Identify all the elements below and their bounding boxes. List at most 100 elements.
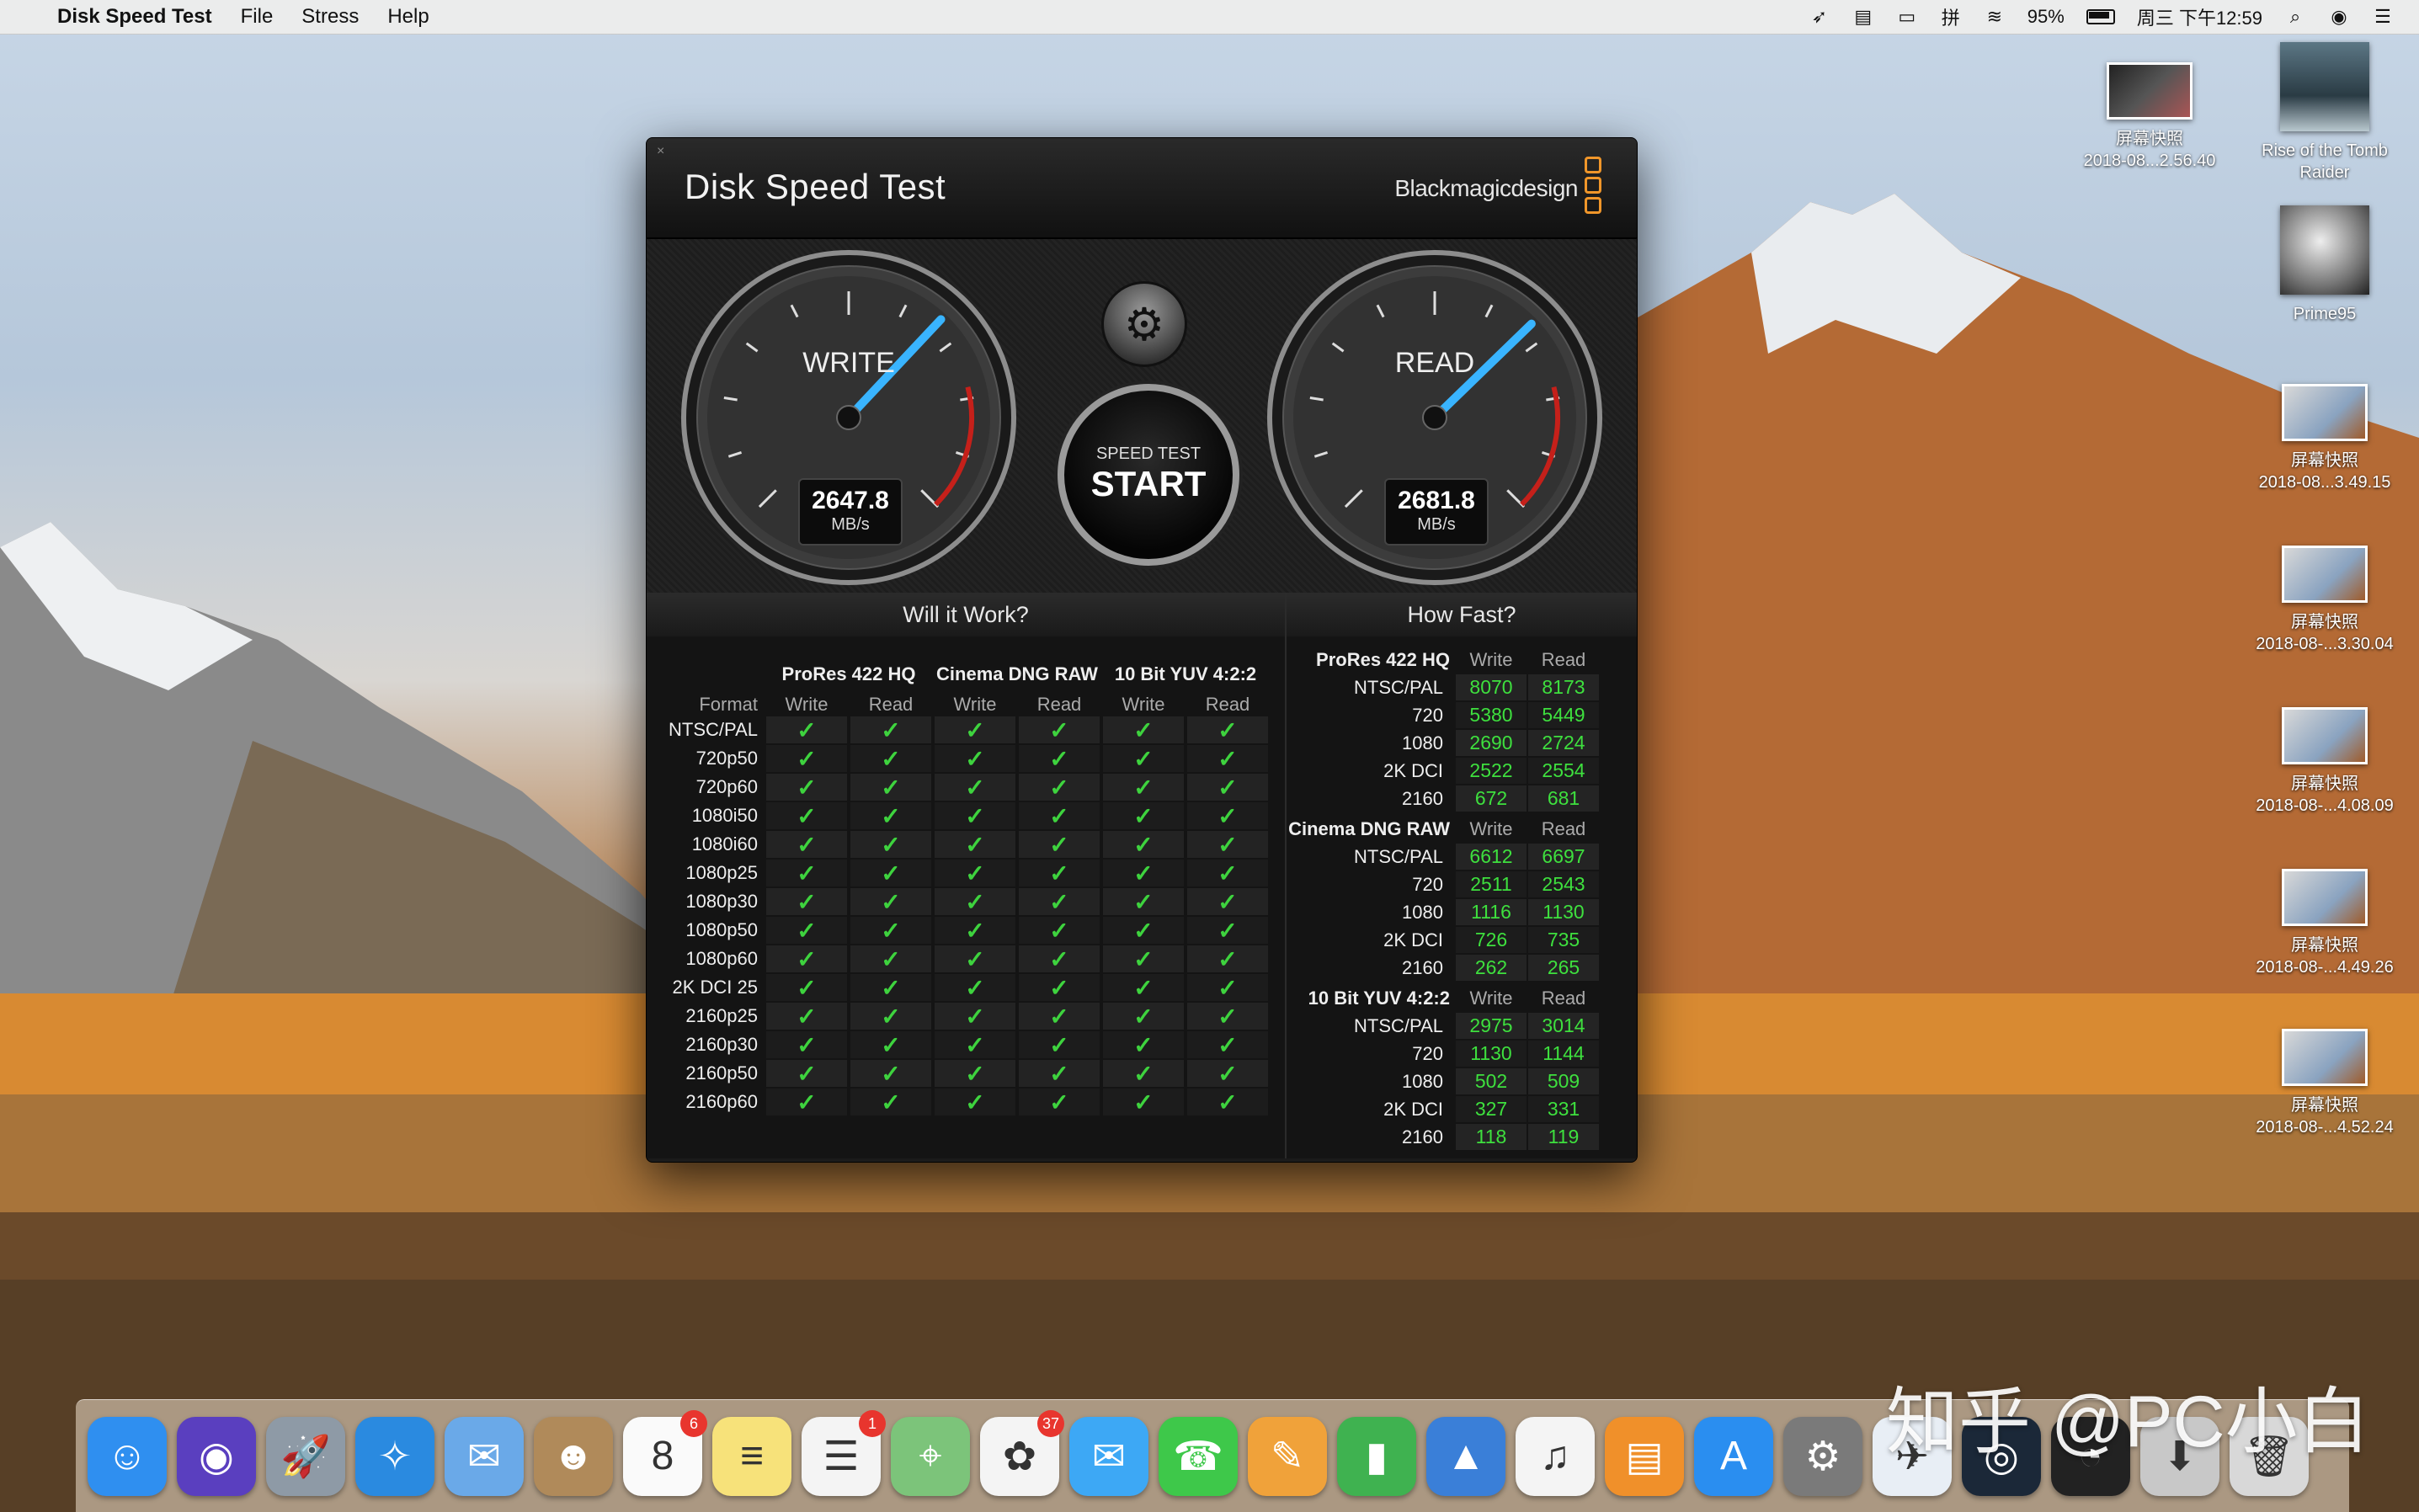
check-icon: ✓: [766, 860, 847, 886]
dock-item-mail[interactable]: ✉: [445, 1416, 524, 1496]
airplay-icon[interactable]: ▭: [1896, 5, 1918, 29]
check-icon: ✓: [1019, 974, 1100, 1001]
dock-item-facetime[interactable]: ☎: [1159, 1416, 1238, 1496]
table-row: 1080 2690 2724: [1287, 729, 1637, 757]
dock-item-numbers[interactable]: ▮: [1337, 1416, 1416, 1496]
read-fps-value: 2543: [1528, 871, 1599, 897]
speed-test-start-button[interactable]: SPEED TEST START: [1058, 384, 1239, 566]
brand-name: Blackmagicdesign: [1394, 175, 1578, 201]
how-fast-title: How Fast?: [1287, 593, 1637, 636]
dock-item-app-store[interactable]: A: [1694, 1416, 1773, 1496]
facetime-icon: ☎: [1173, 1434, 1223, 1479]
dock-item-system-preferences[interactable]: ⚙: [1783, 1416, 1862, 1496]
check-icon: ✓: [1103, 1060, 1184, 1087]
dock-item-siri[interactable]: ◉: [177, 1416, 256, 1496]
check-icon: ✓: [1103, 716, 1184, 743]
desktop-icon-screenshot[interactable]: 屏幕快照 2018-08...2.56.40: [2078, 62, 2221, 172]
siri-menu-icon[interactable]: ◉: [2328, 5, 2350, 29]
dock-item-photos[interactable]: ✿ 37: [980, 1409, 1064, 1496]
screenshot-thumbnail-icon: [2282, 546, 2368, 603]
dock-item-maps[interactable]: ⌖: [891, 1416, 970, 1496]
desktop-icon-screenshot[interactable]: 屏幕快照 2018-08-...4.08.09: [2253, 707, 2396, 817]
dock-item-notes[interactable]: ≡: [712, 1416, 791, 1496]
dock-item-pages[interactable]: ✎: [1248, 1416, 1327, 1496]
check-icon: ✓: [1187, 716, 1268, 743]
dock-item-messages[interactable]: ✉: [1069, 1416, 1148, 1496]
maps-icon: ⌖: [919, 1433, 942, 1478]
check-icon: ✓: [850, 745, 931, 772]
desktop-icon-screenshot[interactable]: 屏幕快照 2018-08-...4.49.26: [2253, 869, 2396, 978]
table-row: 2160 262 265: [1287, 954, 1637, 982]
screenshot-thumbnail-icon: [2282, 707, 2368, 764]
check-icon: ✓: [935, 802, 1015, 829]
read-fps-value: 1130: [1528, 899, 1599, 925]
wifi-icon[interactable]: ≋: [1984, 5, 2006, 29]
spotlight-search-icon[interactable]: ⌕: [2284, 5, 2306, 29]
format-header: Format: [699, 694, 758, 715]
window-header: × Disk Speed Test Blackmagicdesign: [647, 138, 1637, 239]
table-row: 720 2511 2543: [1287, 870, 1637, 898]
dock-item-launchpad[interactable]: 🚀: [266, 1416, 345, 1496]
read-fps-value: 119: [1528, 1124, 1599, 1150]
check-icon: ✓: [1019, 1031, 1100, 1058]
books-icon: ▤: [1625, 1434, 1664, 1479]
keynote-icon: ▲: [1446, 1434, 1486, 1478]
dock-item-safari[interactable]: ✧: [355, 1416, 434, 1496]
table-row: 1080p25 ✓ ✓ ✓ ✓ ✓ ✓: [655, 859, 1270, 887]
table-row: 1080i60 ✓ ✓ ✓ ✓ ✓ ✓: [655, 830, 1270, 859]
write-speed-value: 2647.8: [812, 487, 889, 514]
check-icon: ✓: [1019, 1003, 1100, 1030]
check-icon: ✓: [935, 774, 1015, 801]
dock-item-reminders[interactable]: ☰ 1: [802, 1409, 886, 1496]
reminders-icon: ☰: [823, 1434, 860, 1479]
notification-center-icon[interactable]: ☰: [2372, 5, 2394, 29]
check-icon: ✓: [850, 1003, 931, 1030]
write-header: Write: [1469, 818, 1513, 839]
how-fast-group-header: 10 Bit YUV 4:2:2 Write Read: [1287, 985, 1637, 1012]
check-icon: ✓: [1019, 860, 1100, 886]
screenshot-thumbnail-icon: [2282, 384, 2368, 441]
dock-item-keynote[interactable]: ▲: [1426, 1416, 1505, 1496]
table-row: 720p60 ✓ ✓ ✓ ✓ ✓ ✓: [655, 773, 1270, 801]
bird-status-icon[interactable]: ➶: [1809, 5, 1830, 29]
desktop-icon-tomb-raider[interactable]: Rise of the Tomb Raider: [2253, 42, 2396, 184]
drive-status-icon[interactable]: ▤: [1852, 5, 1874, 29]
read-fps-value: 1144: [1528, 1041, 1599, 1067]
input-method-icon[interactable]: 拼: [1940, 5, 1962, 29]
dock-item-books[interactable]: ▤: [1605, 1416, 1684, 1496]
close-icon[interactable]: ×: [657, 145, 670, 158]
menu-clock[interactable]: 周三 下午12:59: [2137, 3, 2262, 30]
menu-help[interactable]: Help: [387, 5, 429, 29]
menu-app-name[interactable]: Disk Speed Test: [57, 5, 212, 29]
notification-badge: 1: [859, 1409, 886, 1437]
write-fps-value: 672: [1456, 785, 1527, 812]
check-icon: ✓: [1019, 831, 1100, 858]
check-icon: ✓: [766, 1003, 847, 1030]
check-icon: ✓: [1187, 745, 1268, 772]
check-icon: ✓: [1103, 1089, 1184, 1115]
gauge-panel: WRITE 2647.8 MB/s ⚙ SPEED TEST START REA…: [647, 239, 1637, 593]
format-name: 720p50: [695, 748, 758, 769]
sub-header-row: Format Write Read Write Read Write Read: [655, 685, 1270, 716]
check-icon: ✓: [1187, 774, 1268, 801]
desktop-icon-prime95[interactable]: Prime95: [2253, 205, 2396, 325]
desktop-icon-screenshot[interactable]: 屏幕快照 2018-08-...3.30.04: [2253, 546, 2396, 655]
dock-item-music[interactable]: ♫: [1516, 1416, 1595, 1496]
settings-button[interactable]: ⚙: [1101, 281, 1187, 367]
format-name: 1080p25: [685, 862, 758, 883]
check-icon: ✓: [766, 745, 847, 772]
desktop-icon-screenshot[interactable]: 屏幕快照 2018-08...3.49.15: [2253, 384, 2396, 493]
menu-stress[interactable]: Stress: [301, 5, 359, 29]
table-row: 720 5380 5449: [1287, 701, 1637, 729]
dock-item-calendar[interactable]: 86: [623, 1409, 707, 1496]
sub-header: Read: [1205, 694, 1250, 715]
check-icon: ✓: [850, 1060, 931, 1087]
app-store-icon: A: [1719, 1434, 1747, 1478]
desktop-icon-screenshot[interactable]: 屏幕快照 2018-08-...4.52.24: [2253, 1029, 2396, 1138]
dock-item-contacts[interactable]: ☻: [534, 1416, 613, 1496]
battery-icon[interactable]: [2086, 9, 2115, 24]
write-fps-value: 6612: [1456, 844, 1527, 870]
dock-item-finder[interactable]: ☺: [88, 1416, 167, 1496]
table-row: 2160p60 ✓ ✓ ✓ ✓ ✓ ✓: [655, 1088, 1270, 1116]
menu-file[interactable]: File: [241, 5, 274, 29]
